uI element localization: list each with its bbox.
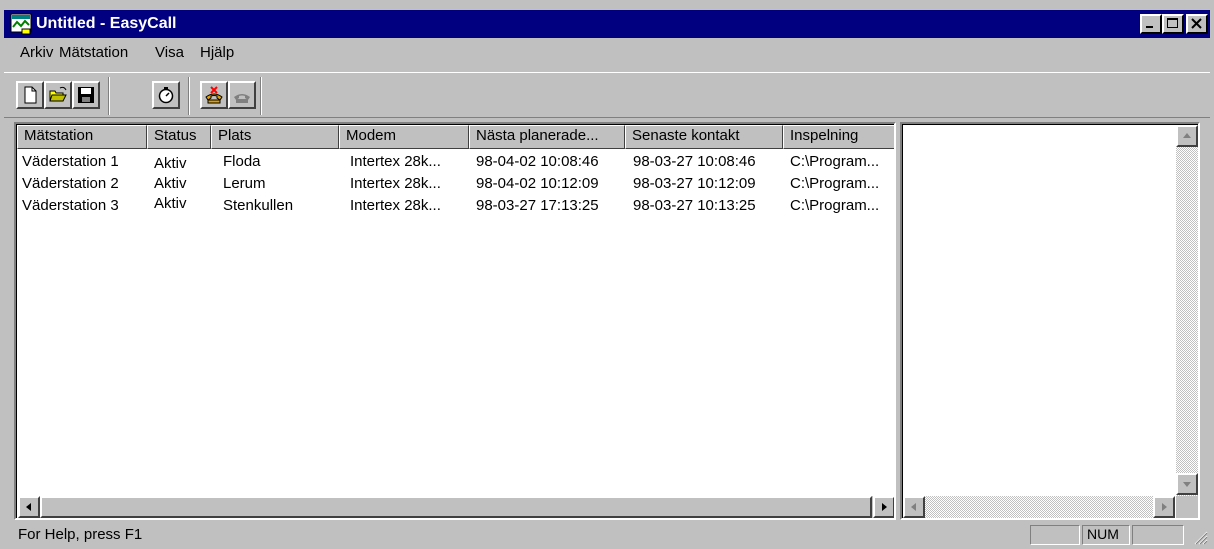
cell-matstation: Väderstation 2 — [22, 175, 119, 192]
cell-status: Aktiv — [154, 195, 187, 212]
hangup-button[interactable] — [200, 81, 228, 109]
toolbar-separator — [260, 77, 262, 115]
list-horizontal-scrollbar[interactable] — [18, 496, 894, 518]
scroll-left-button[interactable] — [18, 496, 40, 518]
close-icon — [1191, 18, 1202, 29]
column-header-matstation[interactable]: Mätstation — [17, 125, 147, 149]
new-document-icon — [24, 86, 37, 104]
table-row[interactable]: Väderstation 3 Aktiv Stenkullen Intertex… — [17, 195, 894, 218]
column-header-nasta-planerade[interactable]: Nästa planerade... — [469, 125, 625, 149]
menu-matstation[interactable]: Mätstation — [59, 44, 128, 62]
cell-nasta-planerade: 98-04-02 10:08:46 — [476, 153, 599, 170]
resize-grip-icon[interactable] — [1192, 529, 1208, 545]
column-header-status[interactable]: Status — [147, 125, 211, 149]
new-button[interactable] — [16, 81, 44, 109]
menu-arkiv[interactable]: Arkiv — [20, 44, 53, 62]
detail-horizontal-scrollbar[interactable] — [903, 496, 1175, 518]
close-button[interactable] — [1186, 14, 1208, 34]
cell-modem: Intertex 28k... — [350, 175, 441, 192]
status-bar: For Help, press F1 NUM — [4, 524, 1210, 545]
open-button[interactable] — [44, 81, 72, 109]
cell-status: Aktiv — [154, 155, 187, 172]
arrow-left-icon — [26, 503, 31, 511]
detail-pane[interactable] — [900, 122, 1200, 520]
menu-visa[interactable]: Visa — [155, 44, 184, 62]
arrow-right-icon — [882, 503, 887, 511]
arrow-right-icon — [1162, 503, 1167, 511]
cell-nasta-planerade: 98-04-02 10:12:09 — [476, 175, 599, 192]
call-button[interactable] — [228, 81, 256, 109]
app-icon[interactable] — [10, 13, 32, 35]
window-title: Untitled - EasyCall — [36, 15, 177, 32]
cell-nasta-planerade: 98-03-27 17:13:25 — [476, 197, 599, 214]
cell-inspelning: C:\Program... — [790, 197, 880, 214]
toolbar-separator — [188, 77, 190, 115]
phone-icon — [234, 94, 250, 103]
scroll-down-button[interactable] — [1176, 473, 1198, 495]
cell-senaste-kontakt: 98-03-27 10:08:46 — [633, 153, 756, 170]
column-header-senaste-kontakt[interactable]: Senaste kontakt — [625, 125, 783, 149]
arrow-left-icon — [911, 503, 916, 511]
scroll-right-button[interactable] — [1153, 496, 1175, 518]
cell-plats: Floda — [223, 153, 261, 170]
minimize-button[interactable] — [1140, 14, 1162, 34]
maximize-button[interactable] — [1162, 14, 1184, 34]
cell-matstation: Väderstation 1 — [22, 153, 119, 170]
column-header-modem[interactable]: Modem — [339, 125, 469, 149]
scroll-up-button[interactable] — [1176, 125, 1198, 147]
arrow-down-icon — [1183, 482, 1191, 487]
timer-icon — [158, 87, 174, 104]
cell-senaste-kontakt: 98-03-27 10:12:09 — [633, 175, 756, 192]
save-button[interactable] — [72, 81, 100, 109]
status-panel-caps — [1030, 525, 1080, 545]
title-bar[interactable]: Untitled - EasyCall — [4, 10, 1210, 38]
cell-plats: Lerum — [223, 175, 266, 192]
cell-modem: Intertex 28k... — [350, 197, 441, 214]
cell-status: Aktiv — [154, 175, 187, 192]
scroll-thumb[interactable] — [40, 496, 872, 518]
cell-inspelning: C:\Program... — [790, 153, 880, 170]
scrollbar-corner — [1176, 496, 1198, 518]
cell-inspelning: C:\Program... — [790, 175, 880, 192]
menu-hjalp[interactable]: Hjälp — [200, 44, 234, 62]
status-panel-num: NUM — [1082, 525, 1130, 545]
table-row[interactable]: Väderstation 1 Aktiv Floda Intertex 28k.… — [17, 152, 894, 174]
arrow-up-icon — [1183, 133, 1191, 138]
menu-bar: Arkiv Mätstation Visa Hjälp — [4, 40, 1210, 66]
scroll-right-button[interactable] — [873, 496, 894, 518]
station-list[interactable]: Mätstation Status Plats Modem Nästa plan… — [14, 122, 896, 520]
open-folder-icon — [49, 86, 67, 102]
column-header-plats[interactable]: Plats — [211, 125, 339, 149]
toolbar — [4, 72, 1210, 118]
detail-vertical-scrollbar[interactable] — [1176, 125, 1198, 497]
scroll-left-button[interactable] — [903, 496, 925, 518]
hangup-phone-icon — [205, 86, 223, 104]
status-help-text: For Help, press F1 — [18, 526, 143, 543]
timer-button[interactable] — [152, 81, 180, 109]
cell-plats: Stenkullen — [223, 197, 294, 214]
column-header-inspelning[interactable]: Inspelning — [783, 125, 894, 149]
cell-senaste-kontakt: 98-03-27 10:13:25 — [633, 197, 756, 214]
cell-modem: Intertex 28k... — [350, 153, 441, 170]
status-panel-scroll — [1132, 525, 1184, 545]
toolbar-separator — [108, 77, 110, 115]
save-disk-icon — [78, 87, 94, 103]
cell-matstation: Väderstation 3 — [22, 197, 119, 214]
table-row[interactable]: Väderstation 2 Aktiv Lerum Intertex 28k.… — [17, 174, 894, 196]
